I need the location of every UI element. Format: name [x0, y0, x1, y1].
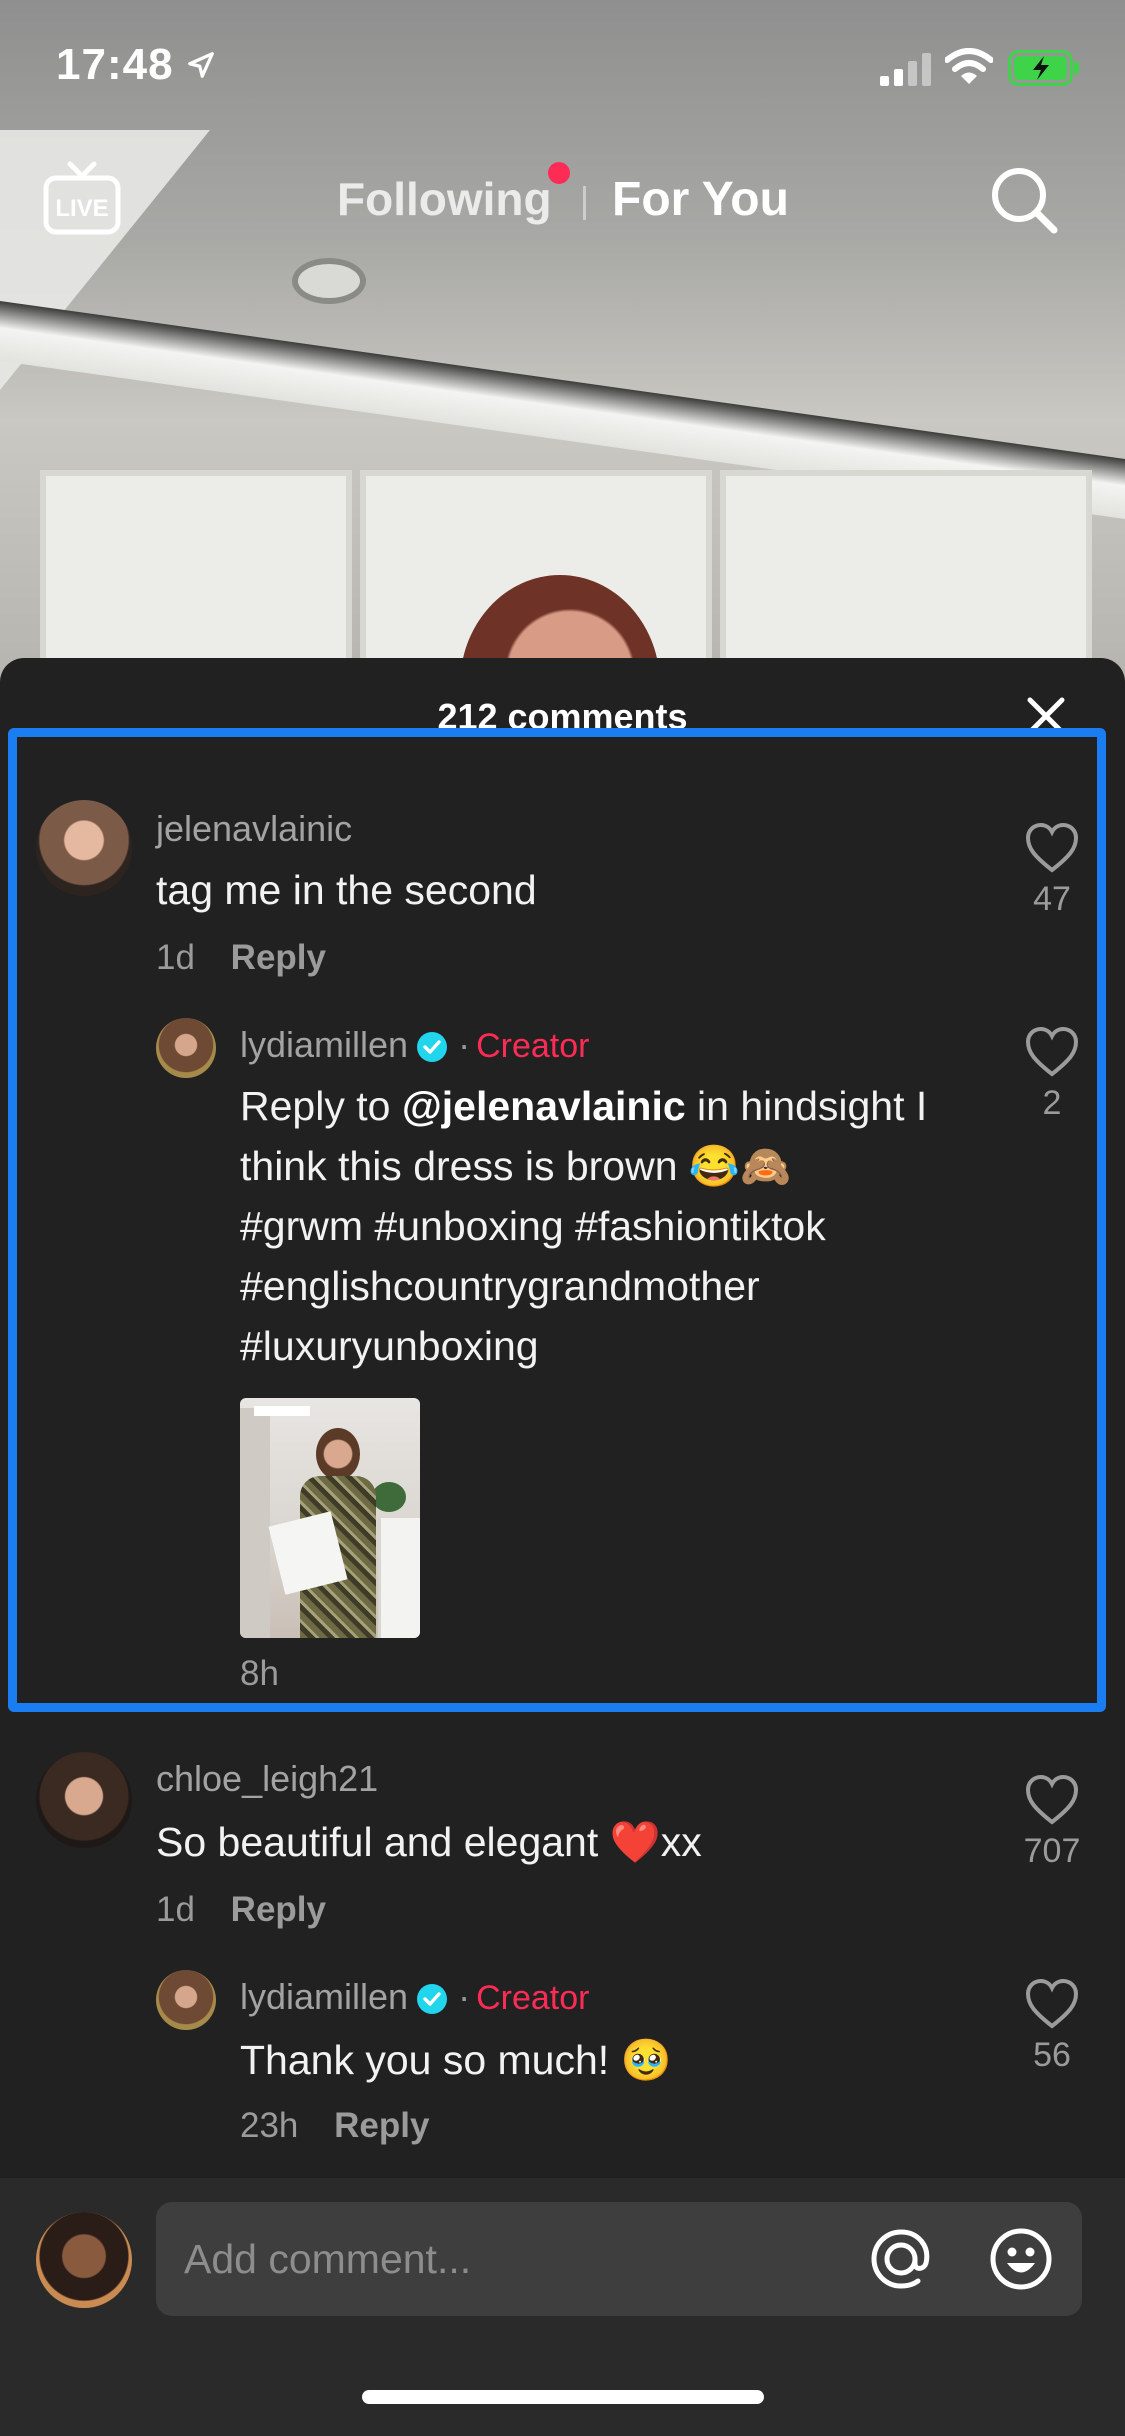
like-button[interactable]: 2	[1012, 1026, 1092, 1123]
reply-line-1: in hindsight I	[685, 1083, 928, 1129]
separator-dot: ·	[458, 1024, 471, 1065]
emoji-icon[interactable]	[988, 2226, 1054, 2292]
notification-dot	[548, 162, 570, 184]
mention-at-icon[interactable]	[868, 2226, 934, 2292]
hashtag-line[interactable]: #luxuryunboxing	[240, 1316, 1000, 1376]
like-count: 56	[1033, 2036, 1071, 2074]
tab-for-you[interactable]: For You	[612, 172, 789, 227]
live-tv-icon[interactable]: LIVE	[42, 160, 122, 238]
ceiling-light	[292, 258, 366, 304]
comments-count: 212 comments	[437, 696, 688, 737]
location-arrow-icon	[188, 52, 214, 78]
reply-button[interactable]: Reply	[231, 938, 326, 977]
comment-text: tag me in the second	[156, 867, 537, 913]
mention-link[interactable]: @jelenavlainic	[402, 1083, 686, 1129]
reply-age: 8h	[240, 1654, 279, 1693]
wifi-icon	[945, 48, 993, 84]
video-reply-thumbnail[interactable]	[240, 1398, 420, 1638]
reply-username-row: lydiamillen · Creator	[240, 1976, 589, 2018]
avatar[interactable]	[36, 800, 132, 896]
like-button[interactable]: 707	[1012, 1774, 1092, 1871]
comment-age: 1d	[156, 1890, 195, 1929]
battery-charging-icon	[1008, 50, 1079, 86]
heart-icon	[1025, 1774, 1079, 1825]
my-avatar[interactable]	[36, 2212, 132, 2308]
reply-line-2: think this dress is brown 😂🙈	[240, 1143, 791, 1189]
hashtag-line[interactable]: #grwm #unboxing #fashiontiktok	[240, 1196, 1000, 1256]
live-label: LIVE	[55, 195, 108, 222]
hashtag-line[interactable]: #englishcountrygrandmother	[240, 1256, 1000, 1316]
creator-badge: Creator	[476, 1027, 590, 1065]
heart-icon	[1025, 822, 1079, 873]
reply-username[interactable]: lydiamillen	[240, 1976, 408, 2017]
verified-badge-icon	[417, 1032, 448, 1062]
input-placeholder: Add comment...	[184, 2236, 472, 2282]
search-icon[interactable]	[988, 164, 1060, 236]
comment-username[interactable]: jelenavlainic	[156, 808, 352, 850]
creator-badge: Creator	[476, 1979, 590, 2017]
avatar[interactable]	[156, 1018, 216, 1078]
reply-button[interactable]: Reply	[334, 2106, 429, 2145]
reply-username-row: lydiamillen · Creator	[240, 1024, 589, 1066]
separator-dot: ·	[458, 1976, 471, 2017]
heart-icon	[1025, 1978, 1079, 2029]
close-icon[interactable]	[1026, 696, 1066, 736]
like-button[interactable]: 56	[1012, 1978, 1092, 2075]
tab-following[interactable]: Following	[337, 172, 552, 226]
like-button[interactable]: 47	[1012, 822, 1092, 919]
avatar[interactable]	[36, 1752, 132, 1848]
comments-sheet: 212 comments	[0, 658, 1125, 2436]
like-count: 2	[1042, 1084, 1062, 1122]
verified-badge-icon	[417, 1984, 448, 2014]
reply-username[interactable]: lydiamillen	[240, 1024, 408, 1065]
tab-divider	[583, 186, 586, 220]
reply-button[interactable]: Reply	[231, 1890, 326, 1929]
home-indicator	[362, 2390, 764, 2404]
comment-text: So beautiful and elegant ❤️xx	[156, 1819, 702, 1865]
comment-age: 1d	[156, 938, 195, 977]
add-comment-input[interactable]: Add comment...	[156, 2202, 1082, 2316]
reply-text: Reply to @jelenavlainic in hindsight I t…	[240, 1076, 1000, 1376]
comment-username[interactable]: chloe_leigh21	[156, 1758, 378, 1800]
status-time: 17:48	[56, 40, 174, 89]
like-count: 707	[1023, 1832, 1081, 1870]
like-count: 47	[1033, 880, 1071, 918]
cellular-signal-icon	[880, 53, 931, 86]
reply-prefix: Reply to	[240, 1083, 402, 1129]
avatar[interactable]	[156, 1970, 216, 2030]
heart-icon	[1025, 1026, 1079, 1077]
reply-text: Thank you so much! 🥹	[240, 2037, 672, 2083]
reply-age: 23h	[240, 2106, 299, 2145]
status-bar: 17:48	[0, 0, 1125, 130]
